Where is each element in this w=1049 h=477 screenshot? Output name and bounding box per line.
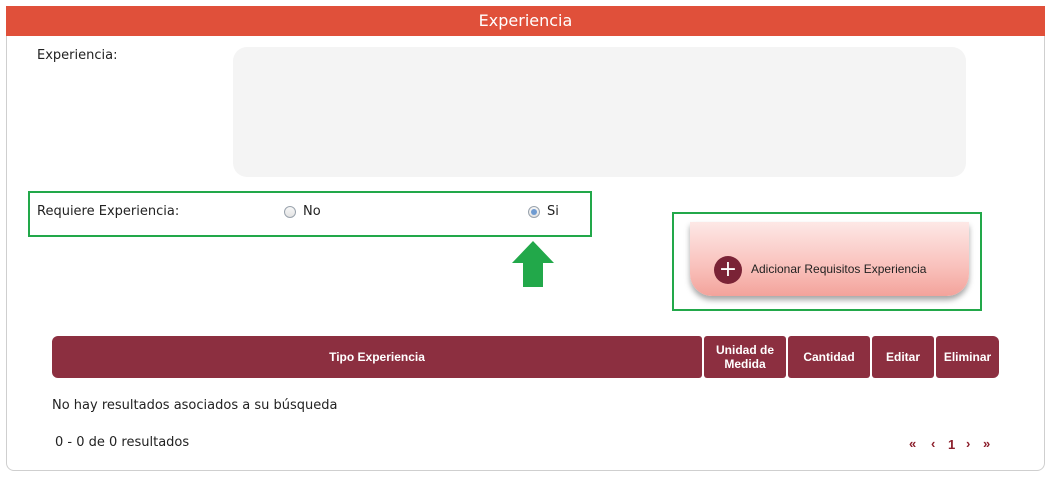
next-page-icon[interactable]: › (966, 436, 970, 451)
radio-si-label[interactable]: Si (547, 204, 559, 219)
radio-si[interactable] (528, 206, 540, 218)
add-requirements-label[interactable]: Adicionar Requisitos Experiencia (751, 262, 926, 276)
first-page-icon[interactable]: « (909, 436, 916, 451)
column-header-unidad-medida: Unidad de Medida (704, 336, 786, 378)
column-header-tipo-experiencia: Tipo Experiencia (52, 336, 702, 378)
experiencia-label: Experiencia: (37, 48, 118, 63)
plus-circle-icon[interactable]: + (714, 256, 742, 284)
last-page-icon[interactable]: » (983, 436, 990, 451)
column-header-editar: Editar (872, 336, 934, 378)
current-page-number[interactable]: 1 (948, 437, 955, 452)
empty-table-message: No hay resultados asociados a su búsqued… (52, 398, 338, 413)
panel-title: Experiencia (6, 6, 1045, 36)
arrow-up-icon (512, 241, 554, 287)
column-header-cantidad: Cantidad (788, 336, 870, 378)
experiencia-textarea[interactable] (233, 47, 966, 177)
radio-no-label[interactable]: No (303, 204, 321, 219)
results-summary: 0 - 0 de 0 resultados (55, 435, 190, 450)
column-header-eliminar: Eliminar (936, 336, 999, 378)
prev-page-icon[interactable]: ‹ (931, 436, 935, 451)
requiere-experiencia-label: Requiere Experiencia: (37, 204, 180, 219)
radio-no[interactable] (284, 206, 296, 218)
